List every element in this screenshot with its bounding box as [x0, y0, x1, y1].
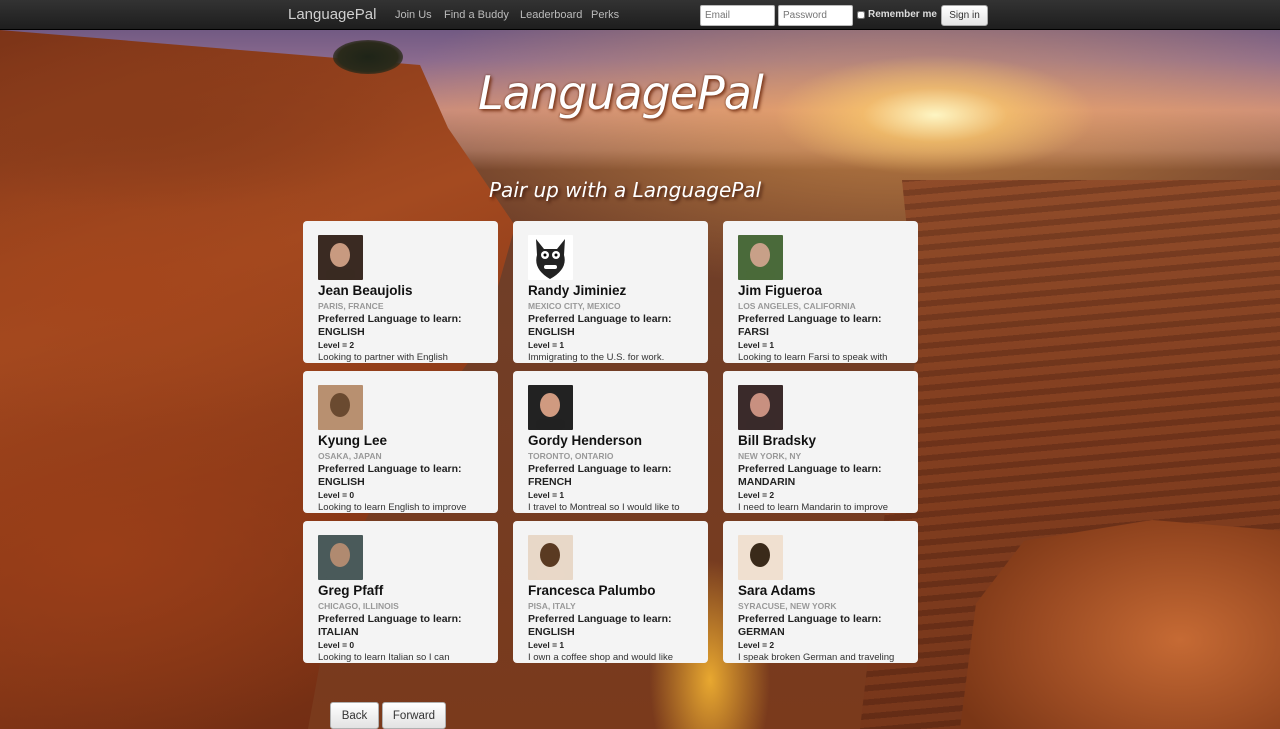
preferred-language-label: Preferred Language to learn: — [318, 313, 462, 325]
language-level: Level = 2 — [738, 640, 775, 650]
remember-me[interactable]: Remember me — [857, 9, 937, 20]
preferred-language-value: MANDARIN — [738, 476, 796, 488]
cartoon-creature-icon[interactable] — [528, 235, 573, 280]
profile-description: Looking to learn Farsi to speak with — [738, 352, 888, 363]
profile-location: LOS ANGELES, CALIFORNIA — [738, 301, 856, 311]
avatar[interactable] — [318, 235, 363, 280]
profile-card[interactable]: Gordy Henderson TORONTO, ONTARIO Preferred… — [513, 371, 708, 513]
profile-description: I speak broken German and traveling — [738, 652, 895, 663]
preferred-language-label: Preferred Language to learn: — [318, 463, 462, 475]
nav-join-us[interactable]: Join Us — [395, 9, 432, 21]
language-level: Level = 0 — [318, 640, 355, 650]
profile-grid: Jean Beaujolis PARIS, FRANCE Preferred Lan… — [303, 221, 920, 663]
avatar[interactable] — [318, 535, 363, 580]
hero-title: LanguagePal — [478, 66, 764, 120]
sign-in-button[interactable]: Sign in — [941, 5, 988, 26]
profile-name[interactable]: Kyung Lee — [318, 433, 483, 448]
remember-me-checkbox[interactable] — [857, 10, 865, 19]
profile-card[interactable]: Jim Figueroa LOS ANGELES, CALIFORNIA Prefe… — [723, 221, 918, 363]
brand-link[interactable]: LanguagePal — [288, 6, 376, 23]
remember-me-label: Remember me — [868, 9, 937, 20]
profile-name[interactable]: Bill Bradsky — [738, 433, 903, 448]
profile-location: PISA, ITALY — [528, 601, 576, 611]
profile-name[interactable]: Randy Jiminiez — [528, 283, 693, 298]
avatar[interactable] — [738, 385, 783, 430]
preferred-language-value: FRENCH — [528, 476, 572, 488]
tree-silhouette — [333, 40, 403, 74]
preferred-language-value: GERMAN — [738, 626, 785, 638]
avatar[interactable] — [318, 385, 363, 430]
avatar[interactable] — [738, 235, 783, 280]
profile-card[interactable]: Randy Jiminiez MEXICO CITY, MEXICO Preferr… — [513, 221, 708, 363]
profile-card[interactable]: Jean Beaujolis PARIS, FRANCE Preferred Lan… — [303, 221, 498, 363]
hero-subtitle: Pair up with a LanguagePal — [489, 178, 762, 202]
profile-name[interactable]: Gordy Henderson — [528, 433, 693, 448]
top-navbar: LanguagePal Join Us Find a Buddy Leaderb… — [0, 0, 1280, 30]
profile-description: I need to learn Mandarin to improve — [738, 502, 888, 513]
nav-leaderboard[interactable]: Leaderboard — [520, 9, 582, 21]
profile-card[interactable]: Francesca Palumbo PISA, ITALY Preferred La… — [513, 521, 708, 663]
profile-location: OSAKA, JAPAN — [318, 451, 382, 461]
profile-location: MEXICO CITY, MEXICO — [528, 301, 621, 311]
profile-description: Immigrating to the U.S. for work. — [528, 352, 665, 363]
profile-location: CHICAGO, ILLINOIS — [318, 601, 399, 611]
profile-name[interactable]: Greg Pfaff — [318, 583, 483, 598]
preferred-language-value: ENGLISH — [318, 476, 365, 488]
profile-name[interactable]: Jim Figueroa — [738, 283, 903, 298]
preferred-language-label: Preferred Language to learn: — [528, 463, 672, 475]
profile-name[interactable]: Jean Beaujolis — [318, 283, 483, 298]
profile-description: Looking to learn English to improve — [318, 502, 467, 513]
back-button[interactable]: Back — [330, 702, 379, 729]
nav-find-a-buddy[interactable]: Find a Buddy — [444, 9, 509, 21]
preferred-language-label: Preferred Language to learn: — [318, 613, 462, 625]
profile-location: TORONTO, ONTARIO — [528, 451, 614, 461]
avatar[interactable] — [528, 535, 573, 580]
preferred-language-label: Preferred Language to learn: — [738, 463, 882, 475]
preferred-language-value: ENGLISH — [528, 626, 575, 638]
preferred-language-label: Preferred Language to learn: — [528, 613, 672, 625]
profile-description: I own a coffee shop and would like — [528, 652, 674, 663]
avatar[interactable] — [738, 535, 783, 580]
profile-location: SYRACUSE, NEW YORK — [738, 601, 837, 611]
language-level: Level = 2 — [318, 340, 355, 350]
profile-card[interactable]: Bill Bradsky NEW YORK, NY Preferred Langua… — [723, 371, 918, 513]
preferred-language-label: Preferred Language to learn: — [738, 613, 882, 625]
preferred-language-label: Preferred Language to learn: — [528, 313, 672, 325]
forward-button[interactable]: Forward — [382, 702, 446, 729]
language-level: Level = 0 — [318, 490, 355, 500]
preferred-language-label: Preferred Language to learn: — [738, 313, 882, 325]
language-level: Level = 1 — [528, 340, 565, 350]
profile-location: NEW YORK, NY — [738, 451, 802, 461]
language-level: Level = 1 — [528, 490, 565, 500]
language-level: Level = 1 — [738, 340, 775, 350]
avatar[interactable] — [528, 385, 573, 430]
preferred-language-value: ITALIAN — [318, 626, 359, 638]
profile-location: PARIS, FRANCE — [318, 301, 384, 311]
nav-perks[interactable]: Perks — [591, 9, 619, 21]
profile-description: Looking to learn Italian so I can — [318, 652, 450, 663]
profile-name[interactable]: Sara Adams — [738, 583, 903, 598]
email-field[interactable] — [700, 5, 775, 26]
profile-description: Looking to partner with English — [318, 352, 448, 363]
profile-card[interactable]: Kyung Lee OSAKA, JAPAN Preferred Language … — [303, 371, 498, 513]
profile-description: I travel to Montreal so I would like to — [528, 502, 680, 513]
profile-card[interactable]: Greg Pfaff CHICAGO, ILLINOIS Preferred Lan… — [303, 521, 498, 663]
preferred-language-value: ENGLISH — [318, 326, 365, 338]
profile-card[interactable]: Sara Adams SYRACUSE, NEW YORK Preferred La… — [723, 521, 918, 663]
profile-name[interactable]: Francesca Palumbo — [528, 583, 693, 598]
password-field[interactable] — [778, 5, 853, 26]
language-level: Level = 1 — [528, 640, 565, 650]
preferred-language-value: FARSI — [738, 326, 769, 338]
preferred-language-value: ENGLISH — [528, 326, 575, 338]
language-level: Level = 2 — [738, 490, 775, 500]
